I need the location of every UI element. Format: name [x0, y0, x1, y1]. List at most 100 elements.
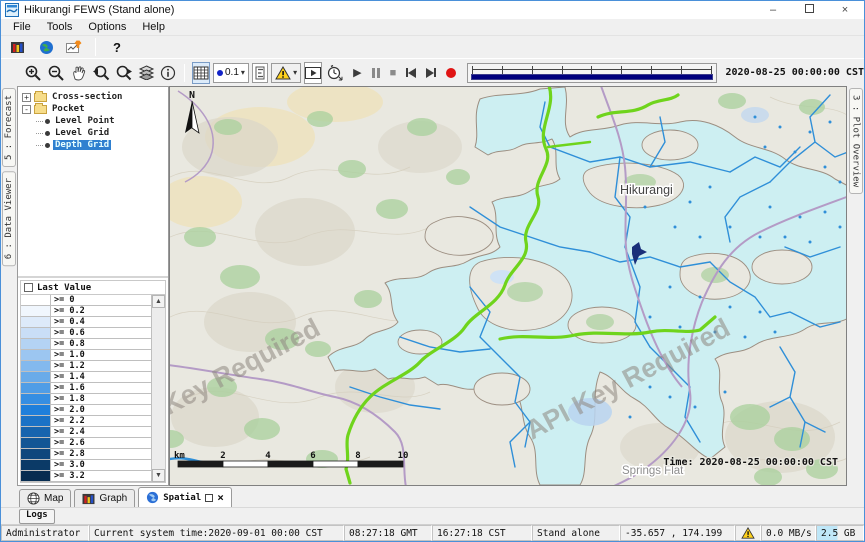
info-button[interactable] [159, 62, 177, 84]
legend-row: >= 3.2 [21, 471, 151, 482]
tree-item-label: Pocket [50, 104, 87, 114]
pause-button[interactable] [372, 68, 380, 78]
node-bullet-icon [45, 131, 50, 136]
legend-row: >= 1.2 [21, 361, 151, 372]
play-button[interactable]: ▶ [353, 66, 361, 79]
folder-icon [34, 93, 47, 102]
timer-button[interactable] [325, 62, 344, 84]
node-bullet-icon [45, 143, 50, 148]
tree-item-level-grid[interactable]: Level Grid [44, 127, 168, 139]
tab-data-viewer[interactable]: 6 : Data Viewer [2, 171, 16, 266]
database-button[interactable] [7, 36, 29, 58]
minimize-button[interactable]: – [766, 4, 780, 16]
map-view[interactable]: API Key Required API Key Required N Hiku… [169, 86, 847, 486]
toolbar-separator [95, 38, 96, 56]
warning-icon [275, 66, 291, 80]
logs-button[interactable]: Logs [19, 509, 55, 524]
menu-bar: File Tools Options Help [1, 19, 864, 36]
tab-spatial[interactable]: Spatial × [138, 487, 232, 507]
chevron-down-icon: ▾ [293, 68, 297, 77]
layers-button[interactable] [137, 62, 156, 84]
current-timestep: 2020-08-25 00:00:00 CST [726, 67, 864, 78]
legend-row: >= 1.6 [21, 383, 151, 394]
legend-row: >= 0.6 [21, 328, 151, 339]
zoom-out-button[interactable] [46, 62, 66, 84]
close-button[interactable]: × [838, 4, 852, 16]
status-local-time: 16:27:18 CST [432, 525, 532, 541]
legend-scrollbar[interactable]: ▲ ▼ [151, 295, 165, 482]
pan-button[interactable] [69, 62, 88, 84]
time-slider-range[interactable] [471, 74, 712, 80]
help-button[interactable]: ? [106, 36, 128, 58]
tree-item-label: Cross-section [50, 92, 124, 102]
collapse-icon[interactable]: - [22, 105, 31, 114]
status-mode: Stand alone [532, 525, 620, 541]
scroll-down-icon[interactable]: ▼ [152, 469, 165, 482]
step-forward-button[interactable] [426, 68, 436, 78]
interval-dropdown[interactable]: 0.1▾ [213, 63, 249, 83]
svg-text:km: km [174, 451, 185, 461]
last-value-checkbox[interactable] [24, 283, 33, 292]
toolbar-separator [184, 64, 185, 82]
window-title: Hikurangi FEWS (Stand alone) [24, 4, 174, 16]
time-slider[interactable] [467, 63, 716, 83]
animation-button[interactable] [304, 62, 322, 84]
app-window: Hikurangi FEWS (Stand alone) – × File To… [0, 0, 865, 542]
bottom-tab-bar: Map Graph Spatial × [1, 486, 864, 507]
status-coordinates: -35.657 , 174.199 [620, 525, 735, 541]
legend-row: >= 2.6 [21, 438, 151, 449]
tree-item-level-point[interactable]: Level Point [44, 115, 168, 127]
tab-map[interactable]: Map [19, 489, 71, 507]
zoom-previous-button[interactable] [91, 62, 111, 84]
tree-item-depth-grid[interactable]: Depth Grid [44, 139, 168, 151]
tab-plot-overview[interactable]: 3 : Plot Overview [849, 88, 863, 194]
stop-button[interactable]: ■ [390, 67, 397, 79]
menu-help[interactable]: Help [134, 20, 173, 34]
zoom-next-button[interactable] [114, 62, 134, 84]
menu-options[interactable]: Options [80, 20, 134, 34]
svg-text:10: 10 [398, 451, 409, 461]
tree-item-cross-section[interactable]: + Cross-section [22, 91, 168, 103]
maximize-button[interactable] [802, 4, 816, 16]
tab-graph[interactable]: Graph [74, 489, 135, 507]
spatial-globe-icon [146, 491, 159, 504]
legend-row: >= 0.4 [21, 317, 151, 328]
classification-button[interactable] [252, 63, 268, 83]
record-button[interactable] [446, 68, 456, 78]
expand-icon[interactable]: + [22, 93, 31, 102]
legend-swatch [21, 295, 51, 305]
status-bar: Administrator Current system time:2020-0… [1, 524, 864, 541]
right-tab-strip: 3 : Plot Overview [847, 86, 864, 486]
tab-close-icon[interactable]: × [217, 491, 224, 504]
status-memory: 2.5 GB [816, 525, 864, 541]
globe-wireframe-icon [27, 492, 40, 505]
chart-export-button[interactable] [63, 36, 85, 58]
step-back-button[interactable] [406, 68, 416, 78]
tab-maximize-icon[interactable] [205, 494, 213, 502]
warning-icon [741, 527, 755, 539]
app-icon [5, 3, 19, 17]
svg-text:N: N [189, 90, 195, 101]
svg-text:8: 8 [355, 451, 360, 461]
scroll-up-icon[interactable]: ▲ [152, 295, 165, 308]
zoom-in-button[interactable] [23, 62, 43, 84]
map-canvas: API Key Required API Key Required N Hiku… [170, 87, 847, 486]
menu-tools[interactable]: Tools [39, 20, 81, 34]
menu-file[interactable]: File [5, 20, 39, 34]
last-value-row: Last Value [20, 280, 166, 295]
status-gmt-time: 08:27:18 GMT [344, 525, 432, 541]
thresholds-dropdown[interactable]: ▾ [271, 63, 301, 83]
contour-dot-icon [217, 70, 223, 76]
status-warning-cell[interactable] [735, 525, 761, 541]
svg-text:2: 2 [220, 451, 225, 461]
tree-item-pocket[interactable]: - Pocket [22, 103, 168, 115]
legend-row: >= 1.4 [21, 372, 151, 383]
grid-toggle-button[interactable] [192, 62, 210, 84]
legend-table: >= 0 >= 0.2 >= 0.4 >= 0.6 >= 0.8 >= 1.0 … [20, 295, 166, 483]
maximize-icon [805, 4, 814, 13]
tab-label: Spatial [163, 493, 201, 503]
tab-forecast[interactable]: 5 : Forecast [2, 88, 16, 167]
tree-item-label: Level Grid [53, 128, 111, 138]
map-globe-button[interactable] [35, 36, 57, 58]
status-system-time: Current system time:2020-09-01 00:00 CST [89, 525, 344, 541]
